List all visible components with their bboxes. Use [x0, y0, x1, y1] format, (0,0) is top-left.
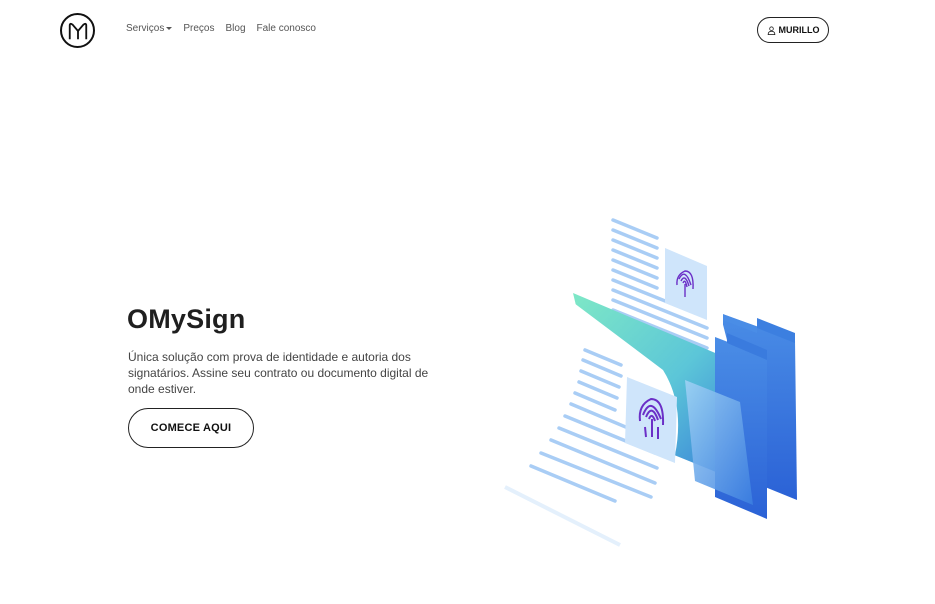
get-started-button[interactable]: COMECE AQUI	[128, 408, 254, 448]
signed-documents-fingerprint-illustration	[504, 215, 797, 547]
hero-title: OMySign	[127, 304, 246, 334]
chevron-down-icon	[166, 27, 173, 30]
nav-item-fale-conosco[interactable]: Fale conosco	[257, 23, 316, 34]
user-account-button[interactable]: MURILLO	[757, 17, 829, 43]
nav-item-servicos[interactable]: Serviços	[126, 23, 173, 34]
nav-item-precos[interactable]: Preços	[183, 23, 214, 34]
omysign-m-logo-icon	[68, 22, 87, 39]
user-icon	[767, 26, 775, 35]
user-name: MURILLO	[778, 25, 820, 35]
main-nav: Serviços Preços Blog Fale conosco	[126, 23, 316, 34]
hero-description: Única solução com prova de identidade e …	[128, 350, 429, 396]
nav-item-blog[interactable]: Blog	[225, 23, 245, 34]
omysign-logo[interactable]	[60, 13, 95, 48]
nav-item-label: Serviços	[126, 23, 165, 34]
